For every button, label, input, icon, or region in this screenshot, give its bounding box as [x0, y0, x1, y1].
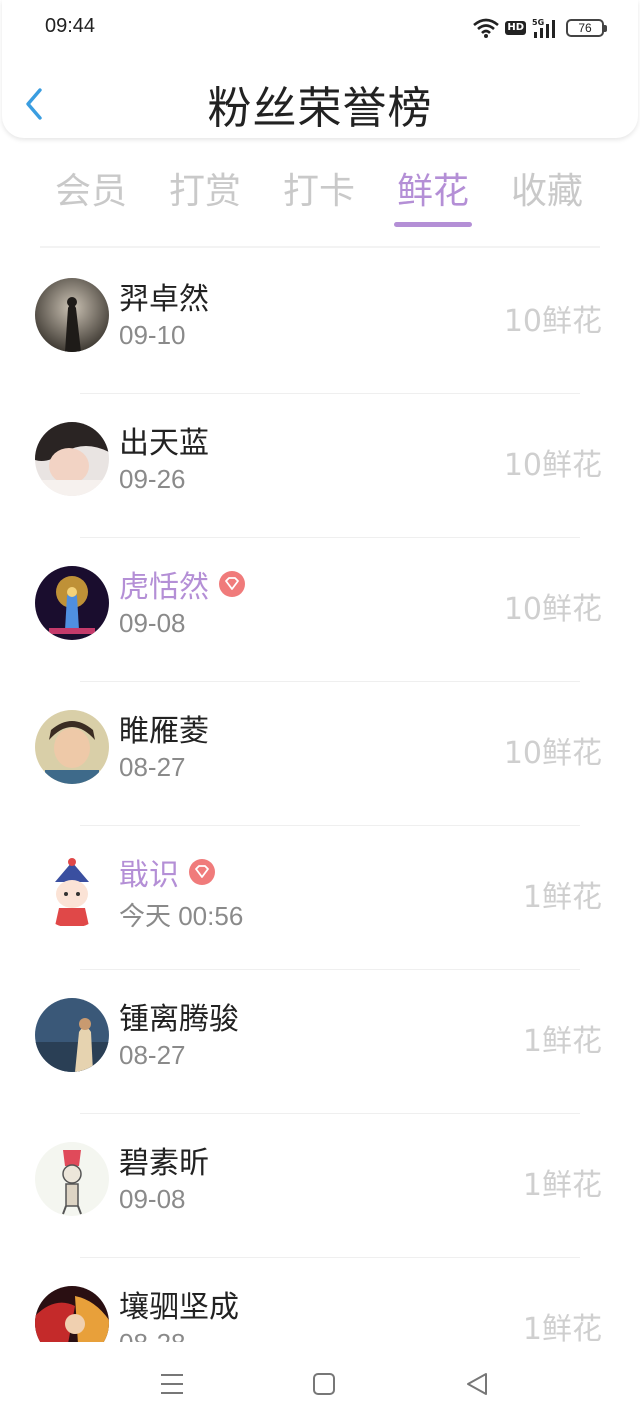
fan-name: 碧素昕	[119, 1146, 209, 1181]
fan-date: 08-27	[119, 1040, 186, 1070]
status-bar: 09:44 HD 5G 76	[0, 0, 640, 58]
list-item[interactable]: 戢识 今天 00:56 1鲜花	[0, 826, 640, 970]
flower-count: 10鲜花	[503, 304, 602, 339]
vip-diamond-icon	[219, 571, 245, 597]
fan-name: 羿卓然	[119, 282, 209, 317]
tab-bar: 会员 打赏 打卡 鲜花 收藏	[34, 160, 606, 230]
back-triangle-icon[interactable]	[462, 1370, 492, 1398]
page-title: 粉丝荣誉榜	[207, 83, 433, 134]
fan-date: 09-10	[119, 320, 186, 350]
avatar	[35, 422, 109, 496]
fan-list: 羿卓然 09-10 10鲜花 出天蓝 09-26 10鲜花 虎恬然 09-08 …	[0, 250, 640, 1342]
fan-date: 09-26	[119, 464, 186, 494]
signal-5g-icon: 5G	[532, 18, 555, 38]
tab-favorites[interactable]: 收藏	[490, 162, 604, 214]
tab-flowers[interactable]: 鲜花	[376, 162, 490, 214]
avatar	[35, 1286, 109, 1342]
avatar	[35, 1142, 109, 1216]
avatar	[35, 854, 109, 928]
battery-icon: 76	[566, 19, 607, 37]
active-tab-indicator	[394, 222, 472, 227]
fan-name: 戢识	[119, 850, 215, 894]
status-icons: HD 5G 76	[473, 15, 607, 41]
fan-date: 09-08	[119, 608, 186, 638]
system-nav-bar	[0, 1342, 640, 1422]
tab-checkin[interactable]: 打卡	[262, 162, 376, 214]
menu-icon[interactable]	[157, 1370, 187, 1398]
list-item[interactable]: 壤驷坚成 08-28 1鲜花	[0, 1258, 640, 1342]
list-item[interactable]: 碧素昕 09-08 1鲜花	[0, 1114, 640, 1258]
wifi-icon	[473, 18, 500, 38]
flower-count: 10鲜花	[503, 592, 602, 627]
fan-date: 今天 00:56	[119, 901, 244, 931]
fan-name: 锺离腾骏	[119, 1002, 239, 1037]
list-item[interactable]: 羿卓然 09-10 10鲜花	[0, 250, 640, 394]
fan-date: 08-27	[119, 752, 186, 782]
svg-text:5G: 5G	[532, 18, 544, 27]
flower-count: 1鲜花	[522, 880, 602, 915]
fan-name: 壤驷坚成	[119, 1290, 239, 1325]
avatar	[35, 710, 109, 784]
avatar	[35, 566, 109, 640]
home-square-icon[interactable]	[309, 1370, 339, 1398]
tab-reward[interactable]: 打赏	[148, 162, 262, 214]
fan-date: 08-28	[119, 1328, 186, 1342]
tabs-divider	[40, 246, 600, 248]
flower-count: 1鲜花	[522, 1024, 602, 1059]
fan-name: 睢雁菱	[119, 714, 209, 749]
hd-icon: HD	[505, 21, 526, 35]
list-item[interactable]: 出天蓝 09-26 10鲜花	[0, 394, 640, 538]
avatar	[35, 278, 109, 352]
flower-count: 1鲜花	[522, 1168, 602, 1203]
vip-diamond-icon	[189, 859, 215, 885]
fan-name: 出天蓝	[119, 426, 209, 461]
app-screen: 09:44 HD 5G 76 粉丝荣誉榜 会员 打赏 打卡 鲜花 收藏 羿卓然 …	[0, 0, 640, 1422]
list-item[interactable]: 锺离腾骏 08-27 1鲜花	[0, 970, 640, 1114]
fan-date: 09-08	[119, 1184, 186, 1214]
flower-count: 10鲜花	[503, 736, 602, 771]
flower-count: 1鲜花	[522, 1312, 602, 1342]
fan-name: 虎恬然	[119, 562, 245, 606]
avatar	[35, 998, 109, 1072]
battery-level: 76	[578, 21, 592, 35]
status-time: 09:44	[45, 15, 96, 37]
list-item[interactable]: 虎恬然 09-08 10鲜花	[0, 538, 640, 682]
list-item[interactable]: 睢雁菱 08-27 10鲜花	[0, 682, 640, 826]
tab-member[interactable]: 会员	[34, 162, 148, 214]
flower-count: 10鲜花	[503, 448, 602, 483]
